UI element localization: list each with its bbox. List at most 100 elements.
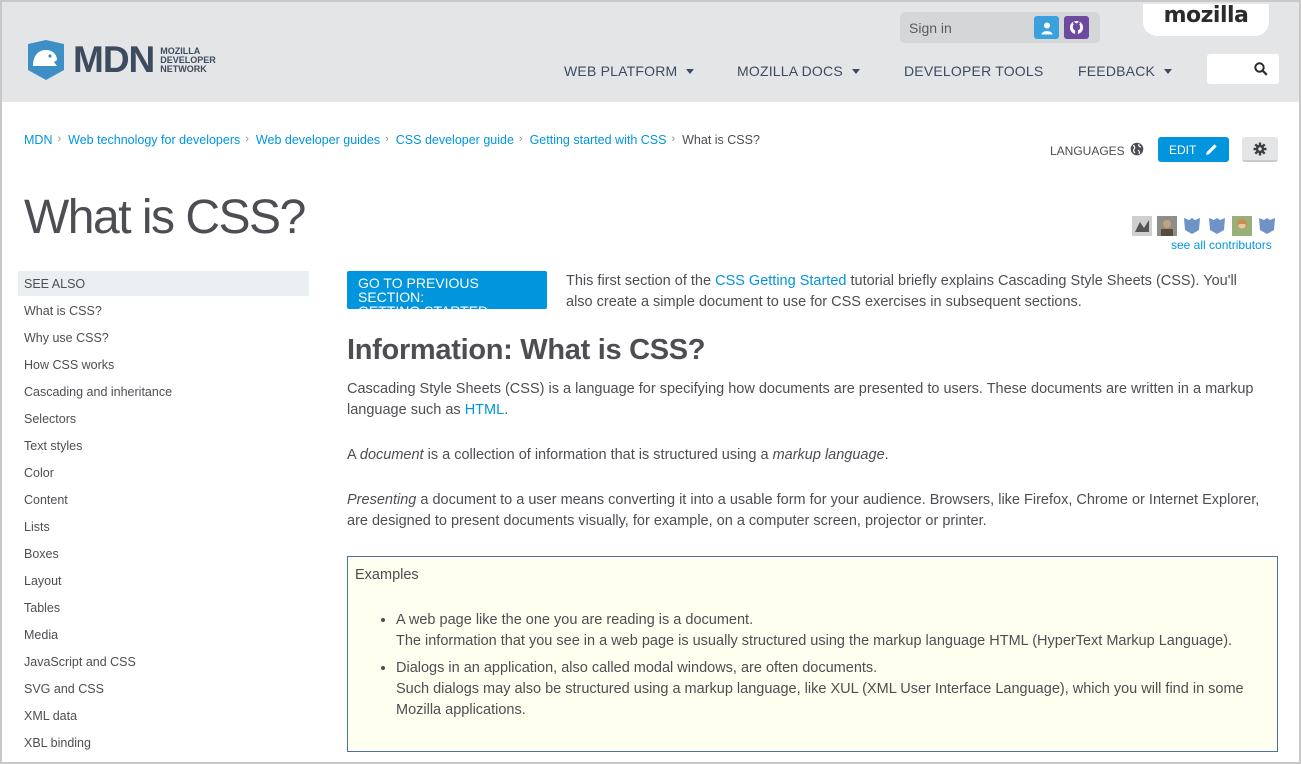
section-heading: Information: What is CSS? — [347, 334, 706, 366]
nav-label: WEB PLATFORM — [564, 63, 678, 79]
examples-box: Examples A web page like the one you are… — [347, 556, 1278, 752]
nav-label: FEEDBACK — [1078, 63, 1156, 79]
github-icon — [1069, 20, 1084, 35]
avatar[interactable] — [1257, 216, 1277, 236]
sidebar-item[interactable]: XBL binding — [18, 728, 309, 755]
sidebar-item[interactable]: Layout — [18, 566, 309, 593]
sidebar-item[interactable]: Tables — [18, 593, 309, 620]
nav-mozilla-docs[interactable]: MOZILLA DOCS — [737, 63, 860, 79]
logo-text: MDN — [73, 39, 155, 80]
avatar[interactable] — [1157, 216, 1177, 236]
css-getting-started-link[interactable]: CSS Getting Started — [715, 273, 846, 289]
globe-icon[interactable] — [1130, 142, 1144, 156]
mdn-logo[interactable]: MDN Mozilla Developer Network — [24, 40, 230, 80]
sidebar-item[interactable]: Boxes — [18, 539, 309, 566]
mdn-dino-icon — [28, 40, 64, 80]
gear-icon — [1253, 142, 1267, 155]
chevron-down-icon — [851, 68, 860, 74]
examples-title: Examples — [355, 567, 419, 583]
paragraph-text: is a collection of information that is s… — [423, 447, 773, 463]
emphasis: markup language — [772, 447, 885, 463]
chevron-right-icon: › — [245, 133, 249, 145]
breadcrumb-link[interactable]: CSS developer guide — [396, 133, 514, 147]
paragraph-text: A — [347, 447, 360, 463]
html-link[interactable]: HTML — [465, 402, 504, 418]
prev-button-line: GO TO PREVIOUS SECTION: — [358, 275, 479, 305]
avatar[interactable] — [1207, 216, 1227, 236]
sidebar: SEE ALSO What is CSS? Why use CSS? How C… — [18, 271, 309, 755]
sidebar-item[interactable]: Color — [18, 458, 309, 485]
nav-web-platform[interactable]: WEB PLATFORM — [564, 63, 695, 79]
paragraph: Cascading Style Sheets (CSS) is a langua… — [347, 379, 1277, 421]
chevron-right-icon: › — [57, 133, 62, 145]
paragraph: A document is a collection of informatio… — [347, 445, 1277, 466]
previous-section-button[interactable]: GO TO PREVIOUS SECTION: GETTING STARTED — [347, 271, 547, 318]
paragraph-text: . — [504, 402, 509, 418]
search-input[interactable] — [1207, 54, 1279, 84]
chevron-down-icon — [686, 68, 695, 74]
sidebar-item[interactable]: Selectors — [18, 404, 309, 431]
sidebar-item[interactable]: Cascading and inheritance — [18, 377, 309, 404]
nav-label: MOZILLA DOCS — [737, 63, 843, 79]
signin-label[interactable]: Sign in — [909, 20, 952, 36]
example-text: The information that you see in a web pa… — [396, 633, 1233, 649]
sidebar-item[interactable]: SVG and CSS — [18, 674, 309, 701]
sidebar-item[interactable]: Text styles — [18, 431, 309, 458]
chevron-right-icon: › — [385, 133, 389, 145]
mozilla-tab[interactable]: mozilla — [1143, 4, 1269, 36]
sidebar-item[interactable]: Media — [18, 620, 309, 647]
sidebar-item[interactable]: How CSS works — [18, 350, 309, 377]
breadcrumb-link[interactable]: MDN — [24, 133, 52, 147]
edit-button[interactable]: EDIT — [1158, 137, 1229, 162]
sidebar-heading: SEE ALSO — [18, 271, 309, 296]
paragraph: Presenting a document to a user means co… — [347, 490, 1277, 532]
list-item: A web page like the one you are reading … — [396, 610, 1266, 652]
sidebar-item[interactable]: Lists — [18, 512, 309, 539]
search-icon[interactable] — [1254, 62, 1268, 76]
list-item: Dialogs in an application, also called m… — [396, 658, 1266, 721]
pencil-icon — [1206, 144, 1218, 155]
sidebar-item[interactable]: Why use CSS? — [18, 323, 309, 350]
settings-button[interactable] — [1242, 137, 1278, 162]
prev-button-line: GETTING STARTED — [358, 303, 489, 319]
logo-sub-line: Network — [160, 63, 207, 74]
paragraph-text: a document to a user means converting it… — [347, 492, 1260, 529]
edit-label: EDIT — [1169, 142, 1197, 157]
example-text: Dialogs in an application, also called m… — [396, 660, 878, 676]
persona-signin-button[interactable] — [1034, 16, 1059, 39]
paragraph-text: . — [884, 447, 889, 463]
contributor-avatars — [1132, 216, 1277, 236]
nav-developer-tools[interactable]: DEVELOPER TOOLS — [904, 63, 1043, 79]
page-title: What is CSS? — [24, 191, 306, 244]
breadcrumb-link[interactable]: Web developer guides — [256, 133, 380, 147]
breadcrumb-link[interactable]: Getting started with CSS — [530, 133, 667, 147]
logo-subtitle: Mozilla Developer Network — [160, 46, 230, 74]
breadcrumb-current: What is CSS? — [682, 133, 760, 147]
signin-bar: Sign in — [900, 12, 1100, 43]
chevron-right-icon: › — [671, 133, 676, 145]
avatar[interactable] — [1132, 216, 1152, 236]
languages-button[interactable]: LANGUAGES — [1050, 144, 1125, 158]
site-header: MDN Mozilla Developer Network Sign in mo… — [2, 2, 1299, 102]
sidebar-item[interactable]: Content — [18, 485, 309, 512]
breadcrumb-link[interactable]: Web technology for developers — [68, 133, 240, 147]
sidebar-item[interactable]: JavaScript and CSS — [18, 647, 309, 674]
example-text: A web page like the one you are reading … — [396, 612, 754, 628]
see-all-contributors-link[interactable]: see all contributors — [1171, 238, 1272, 252]
avatar[interactable] — [1232, 216, 1252, 236]
examples-list: A web page like the one you are reading … — [396, 610, 1266, 727]
sidebar-list: What is CSS? Why use CSS? How CSS works … — [18, 296, 309, 755]
example-text: Such dialogs may also be structured usin… — [396, 681, 1244, 718]
user-icon — [1041, 22, 1052, 34]
nav-feedback[interactable]: FEEDBACK — [1078, 63, 1173, 79]
avatar[interactable] — [1182, 216, 1202, 236]
breadcrumb: MDN › Web technology for developers › We… — [24, 133, 760, 147]
chevron-right-icon: › — [518, 133, 523, 145]
github-signin-button[interactable] — [1064, 16, 1089, 39]
chevron-down-icon — [1164, 68, 1173, 74]
sidebar-item[interactable]: What is CSS? — [18, 296, 309, 323]
emphasis: Presenting — [347, 492, 417, 508]
intro-text: This first section of the — [566, 273, 716, 289]
sidebar-item[interactable]: XML data — [18, 701, 309, 728]
intro-paragraph: This first section of the CSS Getting St… — [566, 271, 1266, 313]
